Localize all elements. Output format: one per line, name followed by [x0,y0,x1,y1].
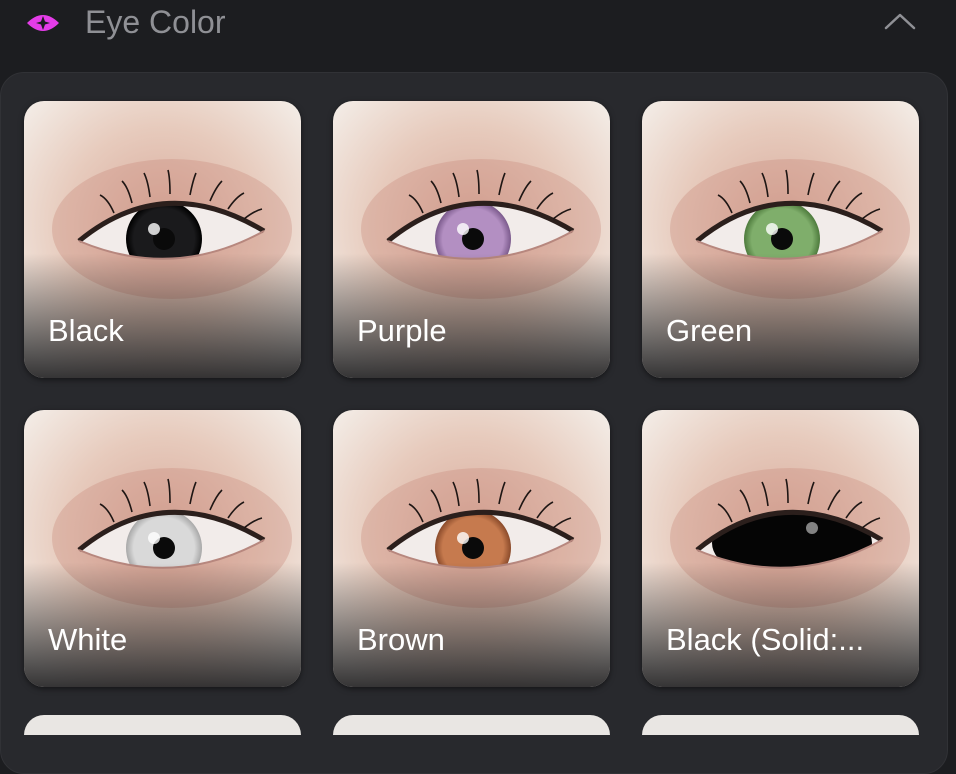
eye-color-option-label: White [48,622,128,657]
next-row-card-peek [642,715,919,735]
section-title: Eye Color [85,4,226,40]
eye-color-section-header[interactable]: Eye Color [0,0,956,62]
eye-color-option-label: Purple [357,313,447,348]
eye-color-option-label: Black [48,313,124,348]
eye-color-option-card[interactable]: Black (Solid:... [642,410,919,687]
next-row-card-peek [24,715,301,735]
eye-color-option-card[interactable]: Green [642,101,919,378]
chevron-up-icon[interactable] [880,6,920,38]
eye-color-option-card[interactable]: Brown [333,410,610,687]
next-row-card-peek [333,715,610,735]
eye-color-option-card[interactable]: Purple [333,101,610,378]
eye-color-option-label: Green [666,313,753,348]
eye-color-option-label: Black (Solid:... [666,622,865,657]
eye-color-option-card[interactable]: Black [24,101,301,378]
eye-color-option-card[interactable]: White [24,410,301,687]
eye-icon [27,15,59,31]
eye-color-option-label: Brown [357,622,445,657]
